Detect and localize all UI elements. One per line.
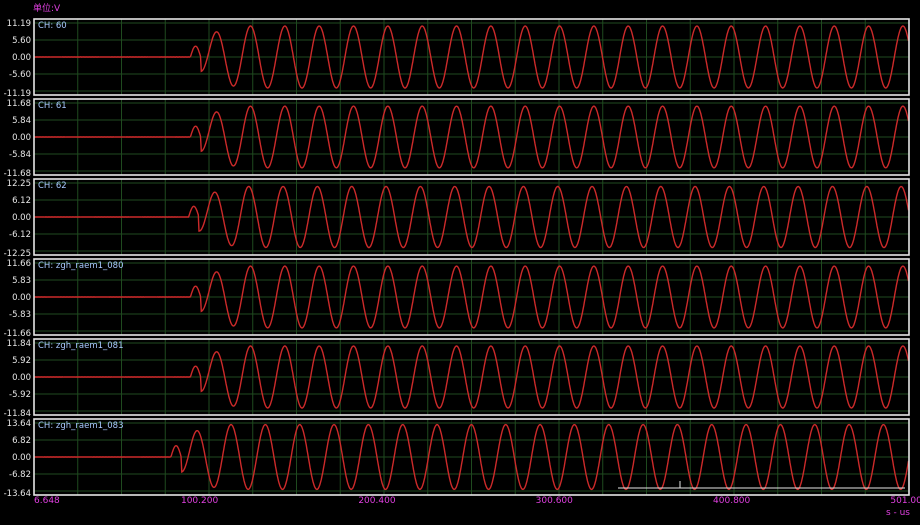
channel-name-label: CH: 60	[38, 21, 67, 31]
x-tick-label: 100.200	[181, 496, 218, 506]
x-tick-label: 6.648	[34, 496, 60, 506]
y-tick-label: -11.68	[4, 169, 31, 179]
waveform-plot-area[interactable]: 11.19 5.60 0.00 -5.60 -11.19 CH: 60 11.68 5.84 0…	[0, 0, 920, 525]
y-tick-label: 0.00	[12, 53, 31, 63]
y-tick-label: 0.00	[12, 293, 31, 303]
channel-name-label: CH: zgh_raem1_080	[38, 261, 123, 271]
y-tick-label: 0.00	[12, 133, 31, 143]
y-tick-label: -12.25	[4, 249, 31, 259]
y-tick-label: -13.64	[4, 489, 31, 499]
x-tick-label: 400.800	[713, 496, 750, 506]
y-tick-label: 6.82	[12, 436, 31, 446]
channel-name-label: CH: zgh_raem1_081	[38, 341, 123, 351]
y-tick-label: -5.84	[9, 150, 31, 160]
y-tick-label: -5.60	[9, 70, 31, 80]
y-tick-label: 12.25	[7, 179, 31, 189]
channel-name-label: CH: 62	[38, 181, 67, 191]
y-tick-label: 11.68	[7, 99, 31, 109]
y-tick-label: -11.84	[4, 409, 31, 419]
y-tick-label: 13.64	[7, 419, 31, 429]
x-tick-label: 300.600	[536, 496, 573, 506]
y-tick-label: 0.00	[12, 213, 31, 223]
y-tick-label: 5.83	[12, 276, 31, 286]
y-tick-label: -6.12	[9, 230, 31, 240]
y-tick-label: -11.19	[4, 89, 31, 99]
y-tick-label: -11.66	[4, 329, 31, 339]
y-tick-label: 11.19	[7, 19, 31, 29]
y-tick-label: 5.60	[12, 36, 31, 46]
channel-name-label: CH: 61	[38, 101, 67, 111]
channel-name-label: CH: zgh_raem1_083	[38, 421, 123, 431]
y-tick-label: -5.92	[9, 390, 31, 400]
y-tick-label: 0.00	[12, 373, 31, 383]
x-axis-unit-label: s - us	[885, 508, 910, 518]
y-tick-label: 0.00	[12, 453, 31, 463]
x-tick-label: 501.000	[890, 496, 920, 506]
y-tick-label: -6.82	[9, 470, 31, 480]
y-tick-label: -5.83	[9, 310, 31, 320]
y-tick-label: 11.84	[7, 339, 31, 349]
y-tick-label: 11.66	[7, 259, 31, 269]
x-tick-label: 200.400	[358, 496, 395, 506]
y-tick-label: 5.92	[12, 356, 31, 366]
y-tick-label: 5.84	[12, 116, 31, 126]
y-tick-label: 6.12	[12, 196, 31, 206]
